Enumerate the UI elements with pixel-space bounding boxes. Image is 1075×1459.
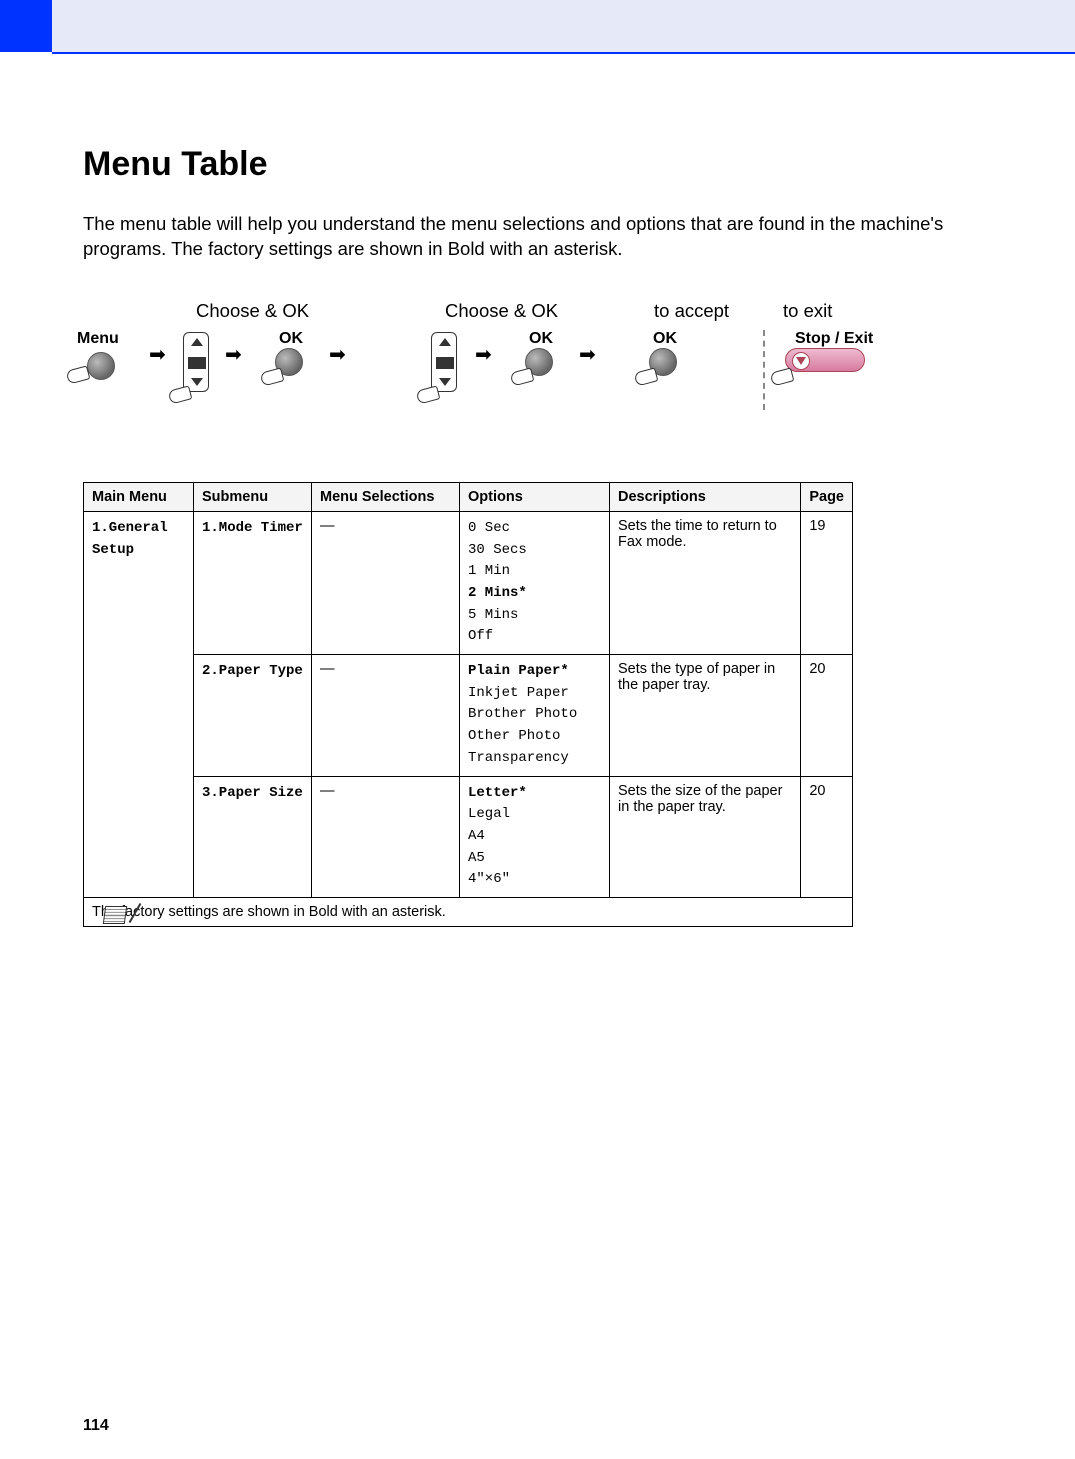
dashed-divider	[763, 330, 765, 410]
option-value: Inkjet Paper	[468, 683, 601, 705]
col-page: Page	[801, 482, 853, 511]
cell-options: Plain Paper*Inkjet PaperBrother PhotoOth…	[460, 655, 610, 776]
caption-choose-ok-2: Choose & OK	[445, 300, 558, 322]
option-value: 30 Secs	[468, 540, 601, 562]
cell-footnote: The factory settings are shown in Bold w…	[84, 897, 853, 926]
cell-description: Sets the time to return to Fax mode.	[610, 511, 801, 654]
col-descriptions: Descriptions	[610, 482, 801, 511]
option-value: 2 Mins*	[468, 583, 601, 605]
option-value: 5 Mins	[468, 605, 601, 627]
option-value: Plain Paper*	[468, 661, 601, 683]
table-footnote-row: The factory settings are shown in Bold w…	[84, 897, 853, 926]
ok-button-icon	[525, 348, 553, 376]
option-value: Off	[468, 626, 601, 648]
arrow-icon: ➡	[225, 342, 242, 367]
option-value: 0 Sec	[468, 518, 601, 540]
intro-paragraph: The menu table will help you understand …	[83, 212, 953, 262]
option-value: A4	[468, 826, 601, 848]
note-icon	[104, 906, 134, 928]
arrow-icon: ➡	[149, 342, 166, 367]
cell-selections: —	[312, 776, 460, 897]
col-submenu: Submenu	[194, 482, 312, 511]
col-selections: Menu Selections	[312, 482, 460, 511]
col-main-menu: Main Menu	[84, 482, 194, 511]
cell-page: 20	[801, 776, 853, 897]
cell-submenu: 2.Paper Type	[194, 655, 312, 776]
caption-choose-ok-1: Choose & OK	[196, 300, 309, 322]
menu-table: Main Menu Submenu Menu Selections Option…	[83, 482, 853, 927]
updown-key-icon	[431, 332, 457, 392]
cell-page: 20	[801, 655, 853, 776]
header-rule	[0, 52, 1075, 54]
caption-to-exit: to exit	[783, 300, 832, 322]
col-options: Options	[460, 482, 610, 511]
side-band	[0, 52, 52, 1459]
menu-button-icon: Menu	[77, 330, 137, 380]
option-value: Letter*	[468, 783, 601, 805]
cell-main-menu: 1.General Setup	[84, 511, 194, 897]
option-value: A5	[468, 848, 601, 870]
option-value: Legal	[468, 804, 601, 826]
option-value: 4"×6"	[468, 869, 601, 891]
ok-button-icon	[649, 348, 677, 376]
page-title: Menu Table	[83, 145, 953, 184]
ok-label: OK	[529, 330, 553, 348]
cell-submenu: 1.Mode Timer	[194, 511, 312, 654]
table-header-row: Main Menu Submenu Menu Selections Option…	[84, 482, 853, 511]
option-value: 1 Min	[468, 561, 601, 583]
arrow-icon: ➡	[475, 342, 492, 367]
cell-selections: —	[312, 655, 460, 776]
header-accent	[0, 0, 52, 52]
updown-key-icon	[183, 332, 209, 392]
cell-page: 19	[801, 511, 853, 654]
button-sequence-diagram: Choose & OK Choose & OK to accept to exi…	[83, 302, 953, 432]
stop-exit-button-icon	[785, 348, 1075, 372]
cell-selections: —	[312, 511, 460, 654]
option-value: Other Photo	[468, 726, 601, 748]
cell-description: Sets the size of the paper in the paper …	[610, 776, 801, 897]
cell-options: Letter*LegalA4A54"×6"	[460, 776, 610, 897]
ok-label: OK	[279, 330, 303, 348]
ok-label: OK	[653, 330, 677, 348]
table-row: 1.General Setup1.Mode Timer—0 Sec30 Secs…	[84, 511, 853, 654]
option-value: Transparency	[468, 748, 601, 770]
cell-submenu: 3.Paper Size	[194, 776, 312, 897]
footnote-text: The factory settings are shown in Bold w…	[92, 904, 446, 920]
content-area: Menu Table The menu table will help you …	[83, 145, 953, 927]
cell-options: 0 Sec30 Secs1 Min2 Mins*5 MinsOff	[460, 511, 610, 654]
option-value: Brother Photo	[468, 704, 601, 726]
caption-to-accept: to accept	[654, 300, 729, 322]
ok-button-icon	[275, 348, 303, 376]
table-row: 2.Paper Type—Plain Paper*Inkjet PaperBro…	[84, 655, 853, 776]
menu-label: Menu	[77, 330, 137, 348]
arrow-icon: ➡	[329, 342, 346, 367]
cell-description: Sets the type of paper in the paper tray…	[610, 655, 801, 776]
header-band	[0, 0, 1075, 52]
stop-exit-label: Stop / Exit	[795, 330, 873, 348]
table-row: 3.Paper Size—Letter*LegalA4A54"×6"Sets t…	[84, 776, 853, 897]
arrow-icon: ➡	[579, 342, 596, 367]
page-number: 114	[83, 1417, 109, 1435]
